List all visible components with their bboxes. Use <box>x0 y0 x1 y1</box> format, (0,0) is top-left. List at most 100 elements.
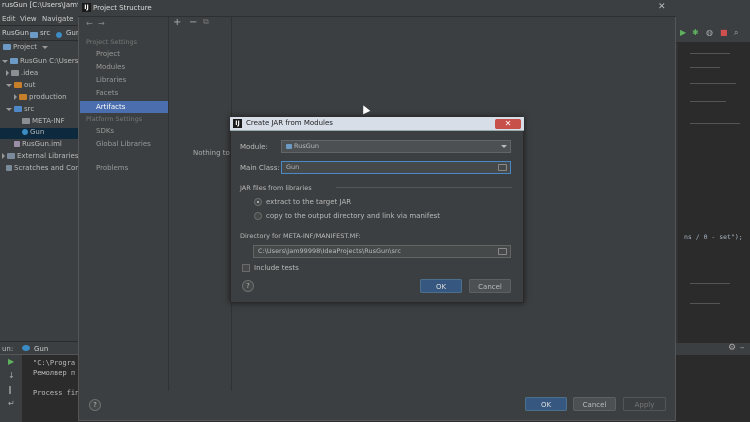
stop-icon[interactable]: ■ <box>720 28 728 37</box>
close-icon[interactable]: ✕ <box>658 2 666 12</box>
create-jar-title: Create JAR from Modules <box>246 119 333 127</box>
menu-view[interactable]: View <box>20 15 37 23</box>
folder-icon <box>14 106 22 112</box>
tree-item[interactable]: .idea <box>6 69 38 80</box>
section-platform-settings: Platform Settings <box>86 115 143 123</box>
nav-src[interactable]: src <box>40 29 50 37</box>
project-view-selector[interactable]: Project <box>3 43 50 54</box>
tree-item[interactable]: out <box>6 81 35 92</box>
radio-copy[interactable] <box>254 212 262 220</box>
cancel-button[interactable]: Cancel <box>573 397 616 411</box>
module-icon <box>286 143 292 149</box>
softwrap-icon[interactable]: ↵ <box>8 399 15 408</box>
tree-item[interactable]: production <box>14 93 67 104</box>
run-console: ▶ ↓ ‖ ↵ "C:\Progra Ремолвер п Process fi… <box>0 354 80 422</box>
tree-item[interactable]: META-INF <box>22 117 65 128</box>
run-tab-gun[interactable]: Gun <box>34 345 48 353</box>
ok-button[interactable]: OK <box>525 397 567 411</box>
sidebar-item-global-libraries[interactable]: Global Libraries <box>96 140 151 148</box>
tree-item[interactable]: RusGun C:\Users\Ja <box>2 57 87 68</box>
nothing-to-show-text: Nothing to <box>193 149 230 157</box>
project-panel: Project RusGun C:\Users\Ja .idea out pro… <box>0 41 90 341</box>
artifacts-list-panel: + − ⧉ Nothing to <box>169 17 232 391</box>
chevron-down-icon <box>42 45 49 49</box>
browse-folder-icon[interactable] <box>498 248 507 255</box>
expand-icon <box>6 70 9 76</box>
right-panel-header: ⚙ – <box>676 343 750 355</box>
library-icon <box>7 153 15 159</box>
tree-item[interactable]: Scratches and Consol <box>6 164 90 175</box>
module-icon <box>10 58 18 64</box>
project-structure-title-bar: IJ Project Structure ✕ <box>78 0 676 17</box>
minimize-icon[interactable]: – <box>740 343 745 353</box>
sidebar-item-modules[interactable]: Modules <box>96 63 125 71</box>
main-toolbar-right: ▶ ✱ ◍ ■ ⌕ <box>676 12 750 42</box>
browse-folder-icon[interactable] <box>498 164 507 171</box>
expand-icon <box>2 59 8 63</box>
debug-icon[interactable]: ✱ <box>692 28 699 37</box>
pause-icon[interactable]: ‖ <box>8 385 12 394</box>
sidebar-item-artifacts[interactable]: Artifacts <box>80 101 168 113</box>
expand-icon <box>6 107 12 111</box>
apply-button[interactable]: Apply <box>623 397 666 411</box>
folder-icon <box>14 82 22 88</box>
radio-extract[interactable] <box>254 198 262 206</box>
module-select[interactable]: RusGun <box>281 140 511 153</box>
code-snippet: ns / 0 - set"); <box>684 233 743 241</box>
intellij-logo-icon: IJ <box>82 3 91 12</box>
scratch-icon <box>6 165 12 171</box>
run-toolbar: ▶ ↓ ‖ ↵ <box>0 355 22 422</box>
module-label: Module: <box>240 143 268 151</box>
class-icon <box>22 345 30 351</box>
jar-libraries-group-label: JAR files from libraries <box>240 184 312 192</box>
nav-bar: RusGun src Gun <box>0 26 80 41</box>
tree-item[interactable]: Gun <box>0 128 80 139</box>
include-tests-checkbox[interactable] <box>242 264 250 272</box>
run-icon[interactable]: ▶ <box>680 28 686 37</box>
project-structure-title: Project Structure <box>93 4 152 12</box>
menu-bar: Edit View Navigate <box>0 12 80 25</box>
radio-extract-label[interactable]: extract to the target JAR <box>266 198 351 206</box>
sidebar-item-facets[interactable]: Facets <box>96 89 118 97</box>
class-icon <box>22 129 28 135</box>
rerun-icon[interactable]: ▶ <box>8 357 14 366</box>
menu-edit[interactable]: Edit <box>2 15 16 23</box>
sidebar-item-libraries[interactable]: Libraries <box>96 76 126 84</box>
help-button[interactable]: ? <box>89 399 101 411</box>
sidebar-item-problems[interactable]: Problems <box>96 164 128 172</box>
sidebar-item-project[interactable]: Project <box>96 50 120 58</box>
expand-icon <box>14 94 17 100</box>
nav-project[interactable]: RusGun <box>2 29 29 37</box>
jar-cancel-button[interactable]: Cancel <box>469 279 511 293</box>
include-tests-label[interactable]: Include tests <box>254 264 299 272</box>
jar-ok-button[interactable]: OK <box>420 279 462 293</box>
project-folder-icon <box>3 44 11 50</box>
tree-item[interactable]: External Libraries <box>2 152 79 163</box>
close-icon[interactable]: ✕ <box>495 119 521 129</box>
tree-item[interactable]: src <box>6 105 34 116</box>
mouse-cursor-icon <box>359 103 371 115</box>
expand-icon <box>2 153 5 159</box>
gear-icon[interactable]: ⚙ <box>728 343 736 353</box>
back-arrow-icon[interactable]: ← <box>86 19 93 28</box>
manifest-dir-label: Directory for META-INF/MANIFEST.MF: <box>240 232 361 240</box>
menu-navigate[interactable]: Navigate <box>42 15 73 23</box>
sidebar-item-sdks[interactable]: SDKs <box>96 127 114 135</box>
manifest-dir-field[interactable]: C:\Users\Jam99998\IdeaProjects\RusGun\sr… <box>253 245 511 258</box>
copy-icon[interactable]: ⧉ <box>203 17 209 27</box>
search-icon[interactable]: ⌕ <box>734 28 738 38</box>
remove-icon[interactable]: − <box>189 17 197 28</box>
help-button[interactable]: ? <box>242 280 254 292</box>
forward-arrow-icon[interactable]: → <box>98 19 105 28</box>
add-icon[interactable]: + <box>173 17 181 28</box>
coverage-icon[interactable]: ◍ <box>706 28 713 37</box>
down-arrow-icon[interactable]: ↓ <box>8 371 15 380</box>
intellij-logo-icon: IJ <box>233 119 242 128</box>
project-structure-footer: ? OK Cancel Apply <box>80 391 675 420</box>
tree-item[interactable]: RusGun.iml <box>14 140 62 151</box>
folder-icon <box>11 70 19 76</box>
main-class-field[interactable]: Gun <box>281 161 511 174</box>
chevron-down-icon <box>501 145 507 148</box>
run-tab-header: un: Gun <box>0 342 80 354</box>
radio-copy-label[interactable]: copy to the output directory and link vi… <box>266 212 440 220</box>
